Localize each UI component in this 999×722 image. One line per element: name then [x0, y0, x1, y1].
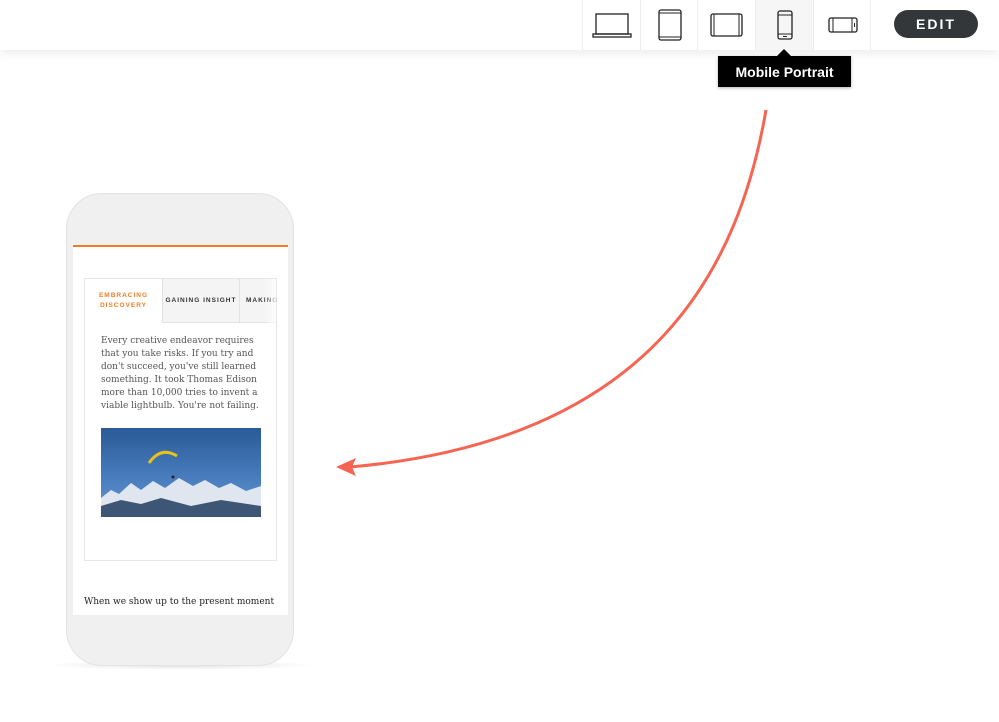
tab-embracing-discovery[interactable]: EMBRACING DISCOVERY: [85, 279, 162, 323]
tablet-landscape-icon: [709, 13, 743, 37]
edit-button[interactable]: EDIT: [894, 10, 978, 38]
tab-gaining-insight[interactable]: GAINING INSIGHT: [162, 279, 239, 323]
laptop-icon: [591, 13, 632, 38]
mobile-portrait-icon: [776, 10, 793, 40]
device-mobile-portrait-button[interactable]: [755, 0, 813, 50]
device-mobile-landscape-button[interactable]: [813, 0, 871, 50]
divider: [870, 0, 872, 50]
section-heading: When we show up to the present moment: [84, 597, 275, 607]
device-laptop-button[interactable]: [582, 0, 640, 50]
device-tablet-landscape-button[interactable]: [697, 0, 755, 50]
device-toolbar: EDIT: [0, 0, 999, 50]
tablet-portrait-icon: [657, 9, 682, 41]
tabs-widget: EMBRACING DISCOVERY GAINING INSIGHT MAKI…: [84, 278, 277, 561]
mobile-landscape-icon: [827, 17, 858, 33]
phone-screen: EMBRACING DISCOVERY GAINING INSIGHT MAKI…: [73, 245, 288, 615]
tooltip: Mobile Portrait: [718, 49, 851, 87]
paraglider-image: [101, 428, 261, 517]
tab-making[interactable]: MAKING: [239, 279, 277, 323]
tab-body-text: Every creative endeavor requires that yo…: [101, 336, 259, 411]
device-tablet-portrait-button[interactable]: [640, 0, 698, 50]
